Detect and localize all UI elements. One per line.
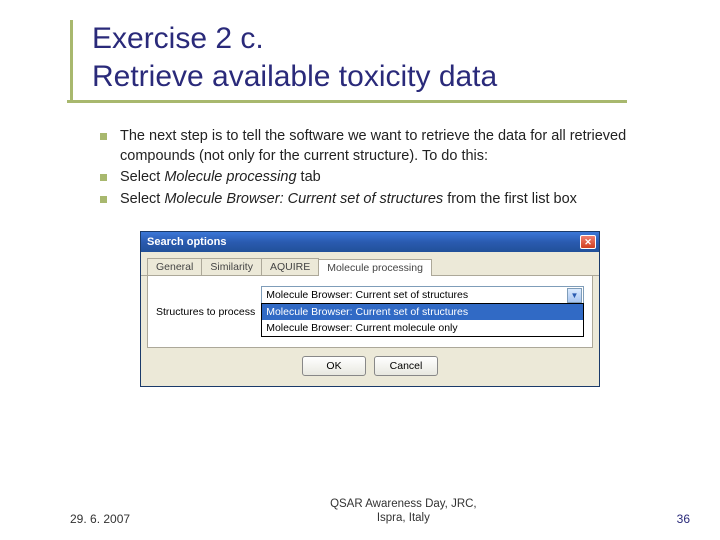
bullet-1-text: The next step is to tell the software we…	[120, 128, 626, 164]
ok-button[interactable]: OK	[302, 356, 366, 376]
close-button[interactable]: ✕	[580, 235, 596, 249]
title-line-1: Exercise 2 c.	[92, 22, 264, 55]
cancel-button-label: Cancel	[390, 360, 423, 372]
field-row: Structures to process Molecule Browser: …	[156, 286, 584, 337]
tab-aquire-label: AQUIRE	[270, 261, 310, 273]
bullet-3-pre: Select	[120, 191, 164, 207]
tab-similarity[interactable]: Similarity	[201, 258, 262, 275]
footer-venue: QSAR Awareness Day, JRC, Ispra, Italy	[130, 498, 677, 526]
dialog-window: Search options ✕ General Similarity AQUI…	[140, 231, 600, 387]
title-line-2: Retrieve available toxicity data	[92, 60, 497, 93]
bullet-3-em: Molecule Browser: Current set of structu…	[164, 191, 443, 207]
bullet-2-pre: Select	[120, 169, 164, 185]
footer-venue-line-1: QSAR Awareness Day, JRC,	[330, 498, 477, 510]
bullet-2: Select Molecule processing tab	[100, 168, 680, 188]
tab-aquire[interactable]: AQUIRE	[261, 258, 319, 275]
bullet-3: Select Molecule Browser: Current set of …	[100, 190, 680, 210]
slide-title: Exercise 2 c. Retrieve available toxicit…	[92, 20, 680, 95]
slide: Exercise 2 c. Retrieve available toxicit…	[0, 0, 720, 540]
structures-dropdown: Molecule Browser: Current set of structu…	[261, 303, 584, 337]
ok-button-label: OK	[326, 360, 341, 372]
tab-content: Structures to process Molecule Browser: …	[147, 276, 593, 348]
footer-venue-line-2: Ispra, Italy	[377, 512, 430, 524]
bullet-1: The next step is to tell the software we…	[100, 127, 680, 166]
tab-general[interactable]: General	[147, 258, 202, 275]
tab-molecule-processing-label: Molecule processing	[327, 262, 423, 274]
structures-selected: Molecule Browser: Current set of structu…	[266, 289, 468, 301]
dropdown-option-1-label: Molecule Browser: Current set of structu…	[266, 306, 468, 318]
structures-combo: Molecule Browser: Current set of structu…	[261, 286, 584, 337]
structures-label: Structures to process	[156, 306, 255, 318]
tab-molecule-processing[interactable]: Molecule processing	[318, 259, 432, 276]
tab-similarity-label: Similarity	[210, 261, 253, 273]
cancel-button[interactable]: Cancel	[374, 356, 438, 376]
dialog-titlebar: Search options ✕	[141, 232, 599, 252]
dropdown-option-2[interactable]: Molecule Browser: Current molecule only	[262, 320, 583, 336]
page-number: 36	[677, 512, 690, 526]
footer-date: 29. 6. 2007	[70, 512, 130, 526]
chevron-down-icon: ▼	[567, 288, 582, 303]
tab-row: General Similarity AQUIRE Molecule proce…	[141, 252, 599, 276]
dialog-title: Search options	[147, 236, 226, 248]
bullet-2-em: Molecule processing	[164, 169, 296, 185]
dropdown-option-2-label: Molecule Browser: Current molecule only	[266, 322, 457, 334]
close-icon: ✕	[584, 238, 592, 247]
dialog-buttons: OK Cancel	[141, 348, 599, 386]
bullet-2-post: tab	[297, 169, 321, 185]
dialog-screenshot: Search options ✕ General Similarity AQUI…	[140, 231, 600, 387]
structures-combobox[interactable]: Molecule Browser: Current set of structu…	[261, 286, 584, 304]
bullet-list: The next step is to tell the software we…	[100, 127, 680, 209]
slide-footer: 29. 6. 2007 QSAR Awareness Day, JRC, Isp…	[0, 498, 720, 526]
tab-general-label: General	[156, 261, 193, 273]
bullet-3-post: from the first list box	[443, 191, 577, 207]
dropdown-option-1[interactable]: Molecule Browser: Current set of structu…	[262, 304, 583, 320]
accent-line	[70, 20, 73, 100]
